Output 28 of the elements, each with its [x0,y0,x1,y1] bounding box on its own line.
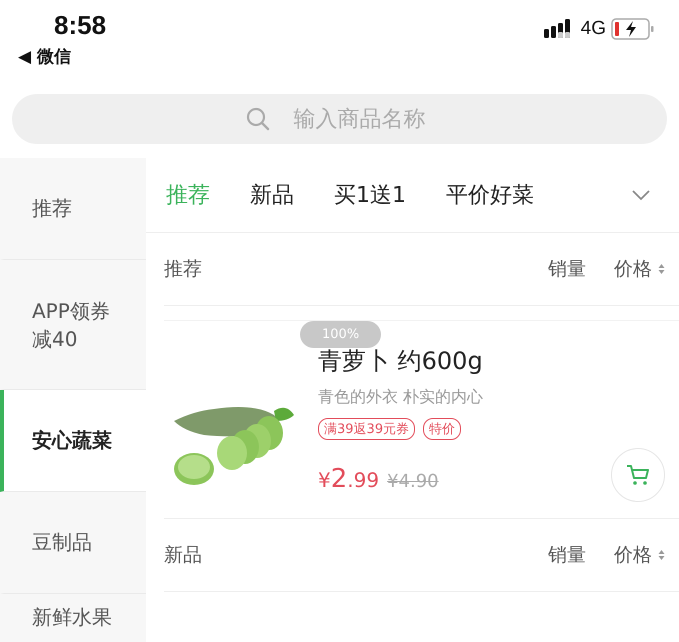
original-price: ¥4.90 [387,471,439,492]
sort-sales[interactable]: 销量 [548,542,586,568]
sort-sales[interactable]: 销量 [548,256,586,282]
promo-tag: 特价 [423,418,462,440]
section-title: 新品 [164,543,203,568]
section-title: 推荐 [164,257,203,282]
chevron-down-icon[interactable] [631,189,651,201]
category-tab[interactable]: 新品 [250,180,294,210]
category-tab[interactable]: 买1送1 [334,180,406,210]
sort-price[interactable]: 价格 [614,542,652,568]
product-price: ¥2.99 [318,464,380,494]
category-item[interactable]: 推荐 [0,158,146,260]
category-item[interactable]: 豆制品 [0,492,146,594]
back-link[interactable]: ◀ 微信 [18,45,106,68]
sort-icon[interactable] [658,549,665,561]
product-subtitle: 青色的外衣 朴实的内心 [318,387,484,408]
category-item[interactable]: 新鲜水果 [0,594,146,642]
status-time: 8:58 [54,10,106,41]
network-type: 4G [580,18,606,40]
category-tab[interactable]: 平价好菜 [446,180,534,210]
sort-price[interactable]: 价格 [614,256,652,282]
category-item[interactable]: 安心蔬菜 [0,390,146,492]
search-field[interactable]: 输入商品名称 [12,94,667,144]
product-name[interactable]: 青萝卜 约600g [318,345,611,377]
promo-tag: 满39返39元券 [318,418,416,440]
cart-icon [626,464,650,486]
sort-icon[interactable] [658,263,665,275]
battery-icon [611,18,655,40]
